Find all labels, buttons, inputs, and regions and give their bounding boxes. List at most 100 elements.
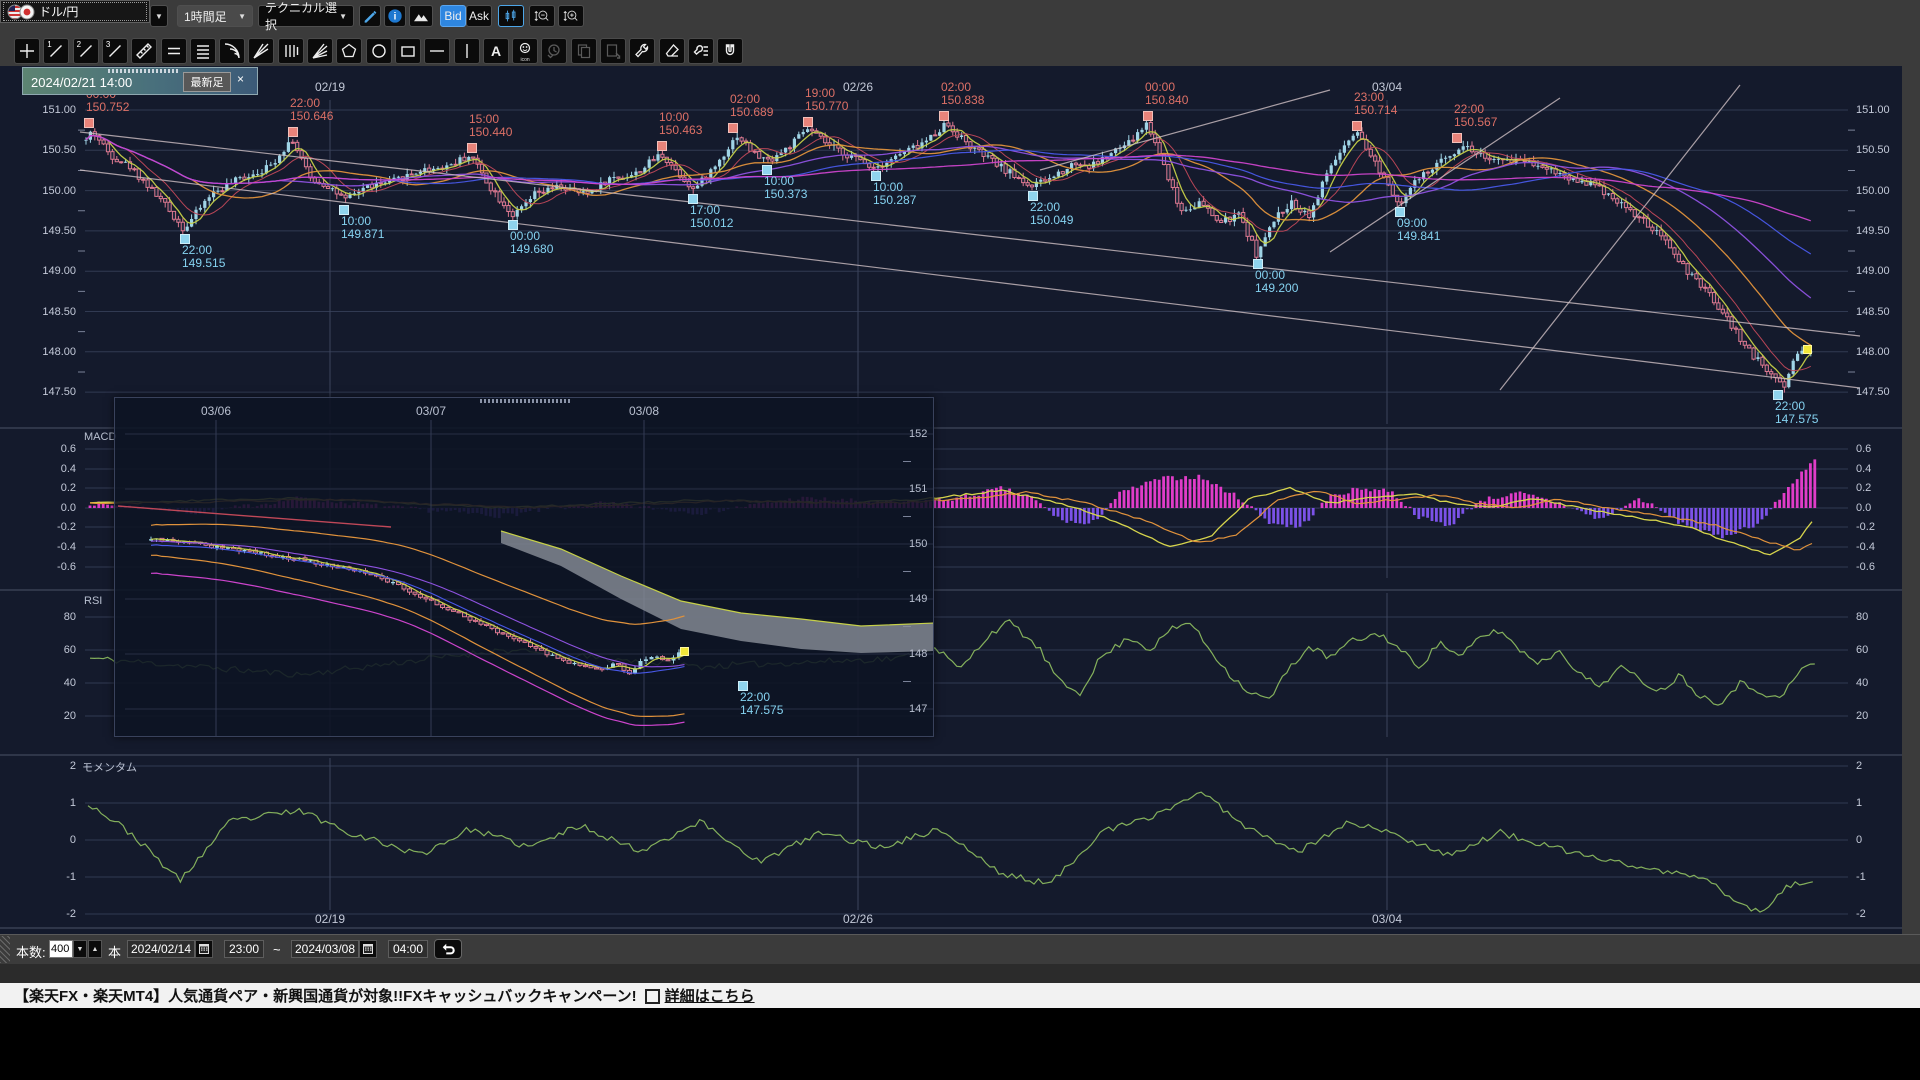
price-axis-label-left: 148.50 xyxy=(36,306,76,318)
tool-icon-stamp-button[interactable]: icon xyxy=(512,38,538,64)
tool-paste-button[interactable] xyxy=(600,38,626,64)
reload-range-button[interactable] xyxy=(434,939,462,959)
tool-copy-button[interactable] xyxy=(571,38,597,64)
pair-dropdown-button[interactable]: ▼ xyxy=(150,5,168,27)
tool-trendline-2-button[interactable]: 2 xyxy=(73,38,99,64)
us-jp-flags-icon xyxy=(7,4,35,20)
tool-parallel-lines-2-button[interactable] xyxy=(161,38,187,64)
rsi-axis-label-left: 20 xyxy=(36,710,76,722)
inset-drag-handle-dots[interactable] xyxy=(480,399,570,403)
price-axis-label-right: 148.50 xyxy=(1856,306,1890,318)
draw-pencil-button[interactable] xyxy=(359,5,381,27)
tool-trendline-3-button[interactable]: 3 xyxy=(102,38,128,64)
momentum-panel-title: モメンタム xyxy=(82,759,137,775)
macd-axis-label-left: 0.6 xyxy=(36,443,76,455)
calendar-icon xyxy=(362,943,374,955)
tool-horizontal-line-button[interactable] xyxy=(424,38,450,64)
candle-chart-button[interactable] xyxy=(498,5,524,27)
currency-pair-selector[interactable]: ドル/円 xyxy=(0,0,150,23)
tool-gann-fan-button[interactable] xyxy=(307,38,333,64)
campaign-banner[interactable]: 【楽天FX・楽天MT4】人気通貨ペア・新興国通貨が対象!!FXキャッシュバックキ… xyxy=(0,983,1920,1008)
tool-magnet-button[interactable] xyxy=(717,38,743,64)
to-time-field[interactable]: 04:00 xyxy=(388,940,428,958)
tool-settings-button[interactable] xyxy=(688,38,714,64)
info-button[interactable]: i xyxy=(384,5,406,27)
tool-crosshair-button[interactable] xyxy=(14,38,40,64)
inset-chart-canvas[interactable] xyxy=(115,398,934,737)
resize-grip[interactable] xyxy=(0,936,10,963)
tool-text-button[interactable]: A xyxy=(483,38,509,64)
tool-parallel-lines-4-button[interactable] xyxy=(190,38,216,64)
banner-text: 【楽天FX・楽天MT4】人気通貨ペア・新興国通貨が対象!!FXキャッシュバックキ… xyxy=(14,985,637,1006)
area-chart-button[interactable] xyxy=(409,5,433,27)
inset-date-label: 03/07 xyxy=(416,404,446,418)
macd-panel-title: MACD xyxy=(84,431,116,443)
from-date-field[interactable]: 2024/02/14 xyxy=(127,940,195,958)
to-date-calendar-button[interactable] xyxy=(359,940,377,958)
technical-select-dropdown[interactable]: テクニカル選択▼ xyxy=(258,5,354,27)
bar-count-input[interactable] xyxy=(49,940,73,958)
zoom-in-button[interactable] xyxy=(558,5,584,27)
tool-history-button[interactable] xyxy=(541,38,567,64)
date-axis-label-bottom: 02/26 xyxy=(843,912,873,926)
price-axis-label-right: 150.50 xyxy=(1856,144,1890,156)
tool-ruler-button[interactable] xyxy=(131,38,157,64)
banner-detail-link[interactable]: 詳細はこちら xyxy=(665,985,755,1006)
parallel-lines-2-icon xyxy=(165,42,183,60)
copy-icon xyxy=(575,42,593,60)
tool-wrench-button[interactable] xyxy=(629,38,655,64)
tool-badge: 2 xyxy=(77,40,81,49)
inset-date-label: 03/06 xyxy=(201,404,231,418)
tool-vertical-line-button[interactable] xyxy=(454,38,480,64)
tool-trendline-1-button[interactable]: 1 xyxy=(43,38,69,64)
bar-datetime: 2024/02/21 14:00 xyxy=(31,75,132,90)
macd-axis-label-right: 0.4 xyxy=(1856,463,1871,475)
history-icon xyxy=(545,42,563,60)
date-axis-label-bottom: 02/19 xyxy=(315,912,345,926)
tool-fibonacci-arcs-button[interactable] xyxy=(219,38,245,64)
momentum-axis-label-left: -1 xyxy=(36,871,76,883)
date-axis-label: 02/26 xyxy=(843,80,873,94)
price-axis-label-right: 151.00 xyxy=(1856,104,1890,116)
tool-badge: 1 xyxy=(47,40,51,49)
tool-ellipse-button[interactable] xyxy=(366,38,392,64)
svg-text:A: A xyxy=(491,43,501,59)
from-date-calendar-button[interactable] xyxy=(195,940,213,958)
inset-price-label: 151 xyxy=(909,483,927,495)
tool-fan-lines-button[interactable] xyxy=(248,38,274,64)
rsi-panel-title: RSI xyxy=(84,595,102,607)
count-down-button[interactable]: ▼ xyxy=(73,940,87,958)
macd-axis-label-left: 0.2 xyxy=(36,482,76,494)
rsi-axis-label-right: 60 xyxy=(1856,644,1868,656)
macd-axis-label-left: 0.0 xyxy=(36,502,76,514)
ask-button[interactable]: Ask xyxy=(466,5,492,27)
macd-axis-label-right: -0.6 xyxy=(1856,561,1875,573)
latest-bar-button[interactable]: 最新足 xyxy=(183,72,231,92)
rsi-axis-label-left: 60 xyxy=(36,644,76,656)
eraser-icon xyxy=(663,42,681,60)
zoom-out-button[interactable] xyxy=(529,5,555,27)
ellipse-icon xyxy=(370,42,388,60)
to-date-field[interactable]: 2024/03/08 xyxy=(291,940,359,958)
from-time-field[interactable]: 23:00 xyxy=(224,940,264,958)
tool-pentagon-button[interactable] xyxy=(336,38,362,64)
price-axis-label-left: 148.00 xyxy=(36,346,76,358)
macd-axis-label-right: -0.2 xyxy=(1856,521,1875,533)
price-axis-label-right: 147.50 xyxy=(1856,386,1890,398)
timeframe-dropdown[interactable]: 1時間足▼ xyxy=(177,5,253,27)
inset-chart-window[interactable]: 22:00147.575 03/0603/0703/08152151150149… xyxy=(114,397,934,737)
drag-handle-dots[interactable] xyxy=(108,69,178,73)
tool-eraser-button[interactable] xyxy=(659,38,685,64)
time-zones-icon xyxy=(282,42,300,60)
mountain-icon xyxy=(413,9,429,23)
fibonacci-arcs-icon xyxy=(223,42,241,60)
calendar-icon xyxy=(198,943,210,955)
close-icon[interactable]: × xyxy=(237,72,244,86)
count-up-button[interactable]: ▲ xyxy=(88,940,102,958)
bar-info-panel[interactable]: 2024/02/21 14:00 最新足 × xyxy=(22,67,258,95)
tool-time-zones-button[interactable] xyxy=(278,38,304,64)
tool-rectangle-button[interactable] xyxy=(395,38,421,64)
bid-button[interactable]: Bid xyxy=(440,5,466,27)
rsi-axis-label-left: 80 xyxy=(36,611,76,623)
rsi-axis-label-right: 40 xyxy=(1856,677,1868,689)
